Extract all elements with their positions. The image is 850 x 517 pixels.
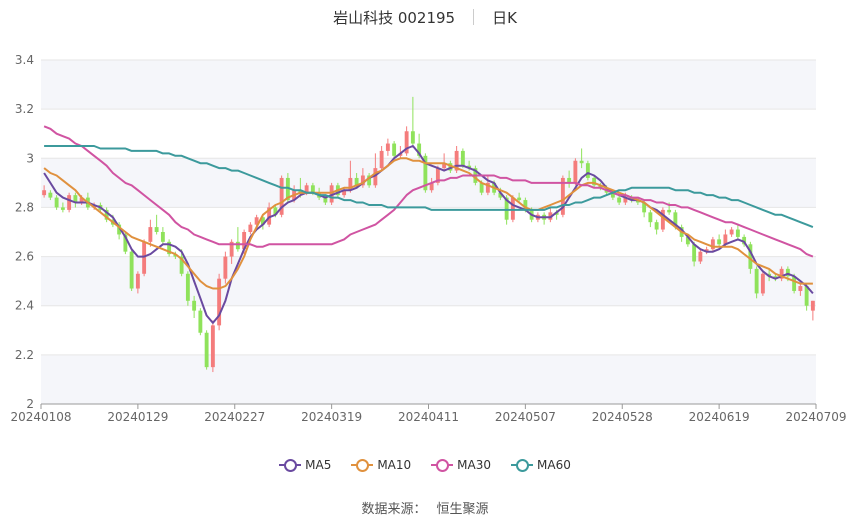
candle-down bbox=[54, 197, 59, 208]
grid-band bbox=[41, 354, 816, 404]
candle-down bbox=[204, 332, 209, 368]
candle-up bbox=[760, 273, 765, 294]
x-tick-label: 20240709 bbox=[785, 410, 846, 424]
legend-swatch bbox=[431, 459, 454, 472]
candle-down bbox=[198, 310, 203, 333]
candle-up bbox=[698, 251, 703, 262]
candle-up bbox=[42, 190, 47, 196]
candle-down bbox=[692, 244, 697, 262]
x-tick-label: 20240619 bbox=[689, 410, 750, 424]
legend-label: MA10 bbox=[377, 458, 412, 472]
chart-legend: MA5 MA10 MA30 MA60 bbox=[0, 458, 850, 472]
candle-up bbox=[573, 160, 578, 183]
data-source-label: 数据来源： bbox=[361, 502, 427, 517]
candle-down bbox=[579, 160, 584, 164]
candle-up bbox=[379, 150, 384, 169]
candle-down bbox=[310, 185, 315, 193]
legend-label: MA30 bbox=[457, 458, 492, 472]
candle-down bbox=[60, 207, 65, 210]
candle-down bbox=[460, 150, 465, 166]
candle-up bbox=[135, 273, 140, 289]
legend-item-ma5[interactable]: MA5 bbox=[279, 458, 331, 472]
data-source: 数据来源： 恒生聚源 bbox=[0, 498, 850, 517]
candle-down bbox=[235, 241, 240, 250]
candle-down bbox=[160, 232, 165, 242]
candle-down bbox=[129, 251, 134, 289]
candle-down bbox=[717, 239, 722, 245]
candle-down bbox=[517, 197, 522, 201]
x-tick-label: 20240507 bbox=[495, 410, 556, 424]
candle-down bbox=[392, 143, 397, 156]
x-tick-label: 20240227 bbox=[204, 410, 265, 424]
y-tick-label: 3.4 bbox=[15, 53, 34, 67]
candle-down bbox=[667, 209, 672, 213]
candle-down bbox=[648, 212, 653, 223]
candle-up bbox=[223, 256, 228, 279]
candle-down bbox=[654, 222, 659, 230]
candle-up bbox=[385, 143, 390, 151]
candle-down bbox=[410, 131, 415, 144]
candle-down bbox=[585, 163, 590, 178]
candle-up bbox=[798, 286, 803, 291]
candle-down bbox=[154, 227, 159, 232]
candle-down bbox=[735, 229, 740, 237]
legend-item-ma30[interactable]: MA30 bbox=[431, 458, 491, 472]
y-tick-label: 2.4 bbox=[15, 299, 34, 313]
x-tick-label: 20240411 bbox=[398, 410, 459, 424]
candle-up bbox=[148, 227, 153, 242]
y-tick-label: 2.2 bbox=[15, 348, 34, 362]
legend-item-ma10[interactable]: MA10 bbox=[351, 458, 411, 472]
candle-up bbox=[248, 224, 253, 232]
candle-up bbox=[510, 197, 515, 220]
legend-swatch bbox=[511, 459, 534, 472]
candle-down bbox=[48, 192, 53, 198]
candle-up bbox=[810, 300, 815, 311]
grid-band bbox=[41, 256, 816, 306]
candle-up bbox=[67, 195, 72, 210]
candle-up bbox=[210, 325, 215, 368]
y-tick-label: 2.6 bbox=[15, 250, 34, 264]
y-tick-label: 2.8 bbox=[15, 200, 34, 214]
y-tick-label: 2 bbox=[26, 397, 34, 411]
candlestick-chart: 2 2.2 2.4 2.6 2.8 3 3.2 3.4 20240108 20240129 2024… bbox=[10, 53, 846, 424]
candle-up bbox=[729, 229, 734, 235]
legend-swatch bbox=[279, 459, 302, 472]
legend-label: MA5 bbox=[305, 458, 332, 472]
grid-band bbox=[41, 60, 816, 110]
legend-label: MA60 bbox=[537, 458, 571, 472]
x-tick-label: 20240319 bbox=[301, 410, 362, 424]
x-tick-label: 20240528 bbox=[592, 410, 653, 424]
data-source-name: 恒生聚源 bbox=[436, 502, 489, 517]
candle-down bbox=[192, 300, 197, 311]
y-tick-label: 3.2 bbox=[15, 102, 34, 116]
candle-down bbox=[185, 273, 190, 301]
legend-swatch bbox=[351, 459, 374, 472]
x-tick-label: 20240129 bbox=[107, 410, 168, 424]
candle-up bbox=[142, 241, 147, 274]
grid-band bbox=[41, 158, 816, 208]
legend-item-ma60[interactable]: MA60 bbox=[511, 458, 571, 472]
candle-up bbox=[710, 239, 715, 250]
y-tick-label: 3 bbox=[26, 151, 34, 165]
candle-down bbox=[617, 197, 622, 203]
x-tick-label: 20240108 bbox=[10, 410, 71, 424]
candle-down bbox=[754, 268, 759, 294]
